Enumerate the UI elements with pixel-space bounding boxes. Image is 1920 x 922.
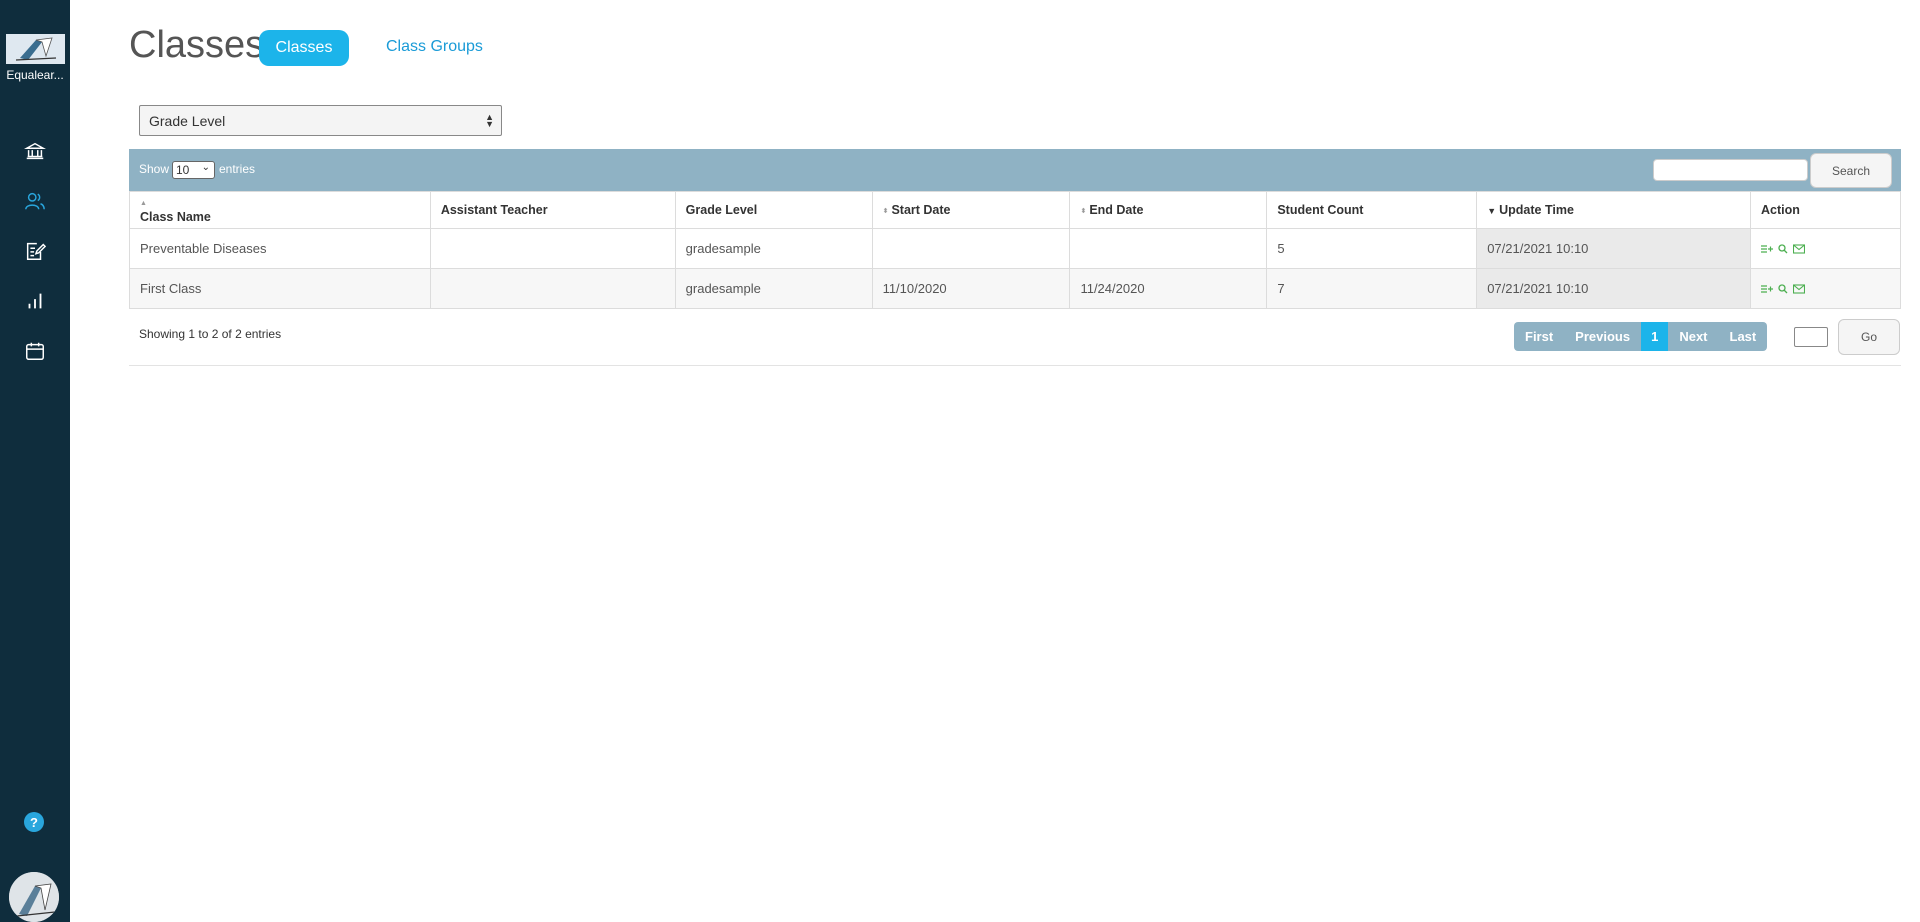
org-logo[interactable]	[6, 34, 65, 64]
last-page-button[interactable]: Last	[1718, 322, 1768, 351]
cell-grade-level: gradesample	[674, 228, 873, 269]
go-button[interactable]: Go	[1838, 319, 1900, 355]
column-header-update-time[interactable]: ▼ Update Time	[1476, 191, 1752, 229]
column-header-end-date[interactable]: ⬍ End Date	[1069, 191, 1268, 229]
calendar-icon[interactable]	[22, 338, 48, 364]
classes-table: ▲ Class Name Assistant Teacher Grade Leve…	[129, 191, 1901, 309]
cell-student-count: 7	[1266, 268, 1478, 309]
tab-class-groups[interactable]: Class Groups	[386, 38, 483, 56]
cell-actions	[1750, 268, 1901, 309]
mail-icon[interactable]	[1792, 242, 1806, 257]
select-arrows-icon: ▲ ▼	[485, 112, 494, 129]
divider	[129, 365, 1901, 366]
cell-end-date: 11/24/2020	[1069, 268, 1268, 309]
add-list-icon[interactable]	[1761, 242, 1774, 257]
mail-icon[interactable]	[1792, 282, 1806, 297]
page-length-select[interactable]: 10 ⌄	[172, 161, 215, 179]
column-header-class-name[interactable]: ▲ Class Name	[129, 191, 431, 229]
table-toolbar: Show 10 ⌄ entries Search	[129, 149, 1901, 191]
table-row: Preventable Diseases gradesample 5 07/21…	[129, 228, 1901, 269]
avatar[interactable]	[9, 872, 59, 922]
current-page-button[interactable]: 1	[1641, 322, 1669, 351]
next-page-button[interactable]: Next	[1668, 322, 1719, 351]
assignment-icon[interactable]	[22, 238, 48, 264]
entries-label: entries	[219, 162, 256, 176]
cell-update-time: 07/21/2021 10:10	[1476, 268, 1752, 309]
grade-level-select[interactable]: Grade Level ▲ ▼	[139, 105, 502, 136]
previous-page-button[interactable]: Previous	[1564, 322, 1642, 351]
cell-assistant-teacher	[429, 268, 676, 309]
cell-update-time: 07/21/2021 10:10	[1476, 228, 1752, 269]
pagination: First Previous 1 Next Last	[1514, 322, 1768, 351]
page-title: Classes	[129, 24, 265, 66]
column-header-assistant-teacher: Assistant Teacher	[429, 191, 676, 229]
table-row: First Class gradesample 11/10/2020 11/24…	[129, 268, 1901, 309]
grade-level-select-value: Grade Level	[149, 113, 226, 129]
column-header-grade-level: Grade Level	[674, 191, 873, 229]
cell-student-count: 5	[1266, 228, 1478, 269]
institution-icon[interactable]	[22, 138, 48, 164]
search-input[interactable]	[1653, 159, 1808, 181]
add-list-icon[interactable]	[1761, 282, 1774, 297]
goto-page-input[interactable]	[1794, 327, 1828, 347]
org-name: Equalear...	[6, 68, 64, 82]
bar-chart-icon[interactable]	[22, 288, 48, 314]
cell-end-date	[1069, 228, 1268, 269]
cell-grade-level: gradesample	[674, 268, 873, 309]
cell-start-date: 11/10/2020	[871, 268, 1071, 309]
sidebar: Equalear... ?	[0, 0, 70, 922]
chevron-down-icon: ⌄	[201, 162, 210, 173]
cell-actions	[1750, 228, 1901, 269]
search-icon[interactable]	[1777, 242, 1789, 257]
cell-class-name: Preventable Diseases	[129, 228, 431, 269]
table-header-row: ▲ Class Name Assistant Teacher Grade Leve…	[129, 191, 1901, 229]
cell-class-name: First Class	[129, 268, 431, 309]
users-icon[interactable]	[22, 188, 48, 214]
first-page-button[interactable]: First	[1514, 322, 1565, 351]
sort-icon: ⬍	[1080, 207, 1087, 215]
column-header-start-date[interactable]: ⬍ Start Date	[871, 191, 1071, 229]
search-button[interactable]: Search	[1810, 153, 1892, 188]
sort-desc-icon: ▼	[1487, 206, 1497, 216]
page-length-value: 10	[176, 163, 190, 177]
tab-classes[interactable]: Classes	[259, 30, 349, 66]
sort-icon: ⬍	[882, 207, 889, 215]
cell-assistant-teacher	[429, 228, 676, 269]
show-label: Show	[139, 162, 170, 176]
column-header-student-count: Student Count	[1266, 191, 1478, 229]
search-icon[interactable]	[1777, 282, 1789, 297]
sort-icon: ▲	[140, 200, 147, 208]
help-icon[interactable]: ?	[24, 812, 44, 832]
table-info: Showing 1 to 2 of 2 entries	[139, 327, 282, 341]
column-header-action: Action	[1750, 191, 1901, 229]
cell-start-date	[871, 228, 1071, 269]
